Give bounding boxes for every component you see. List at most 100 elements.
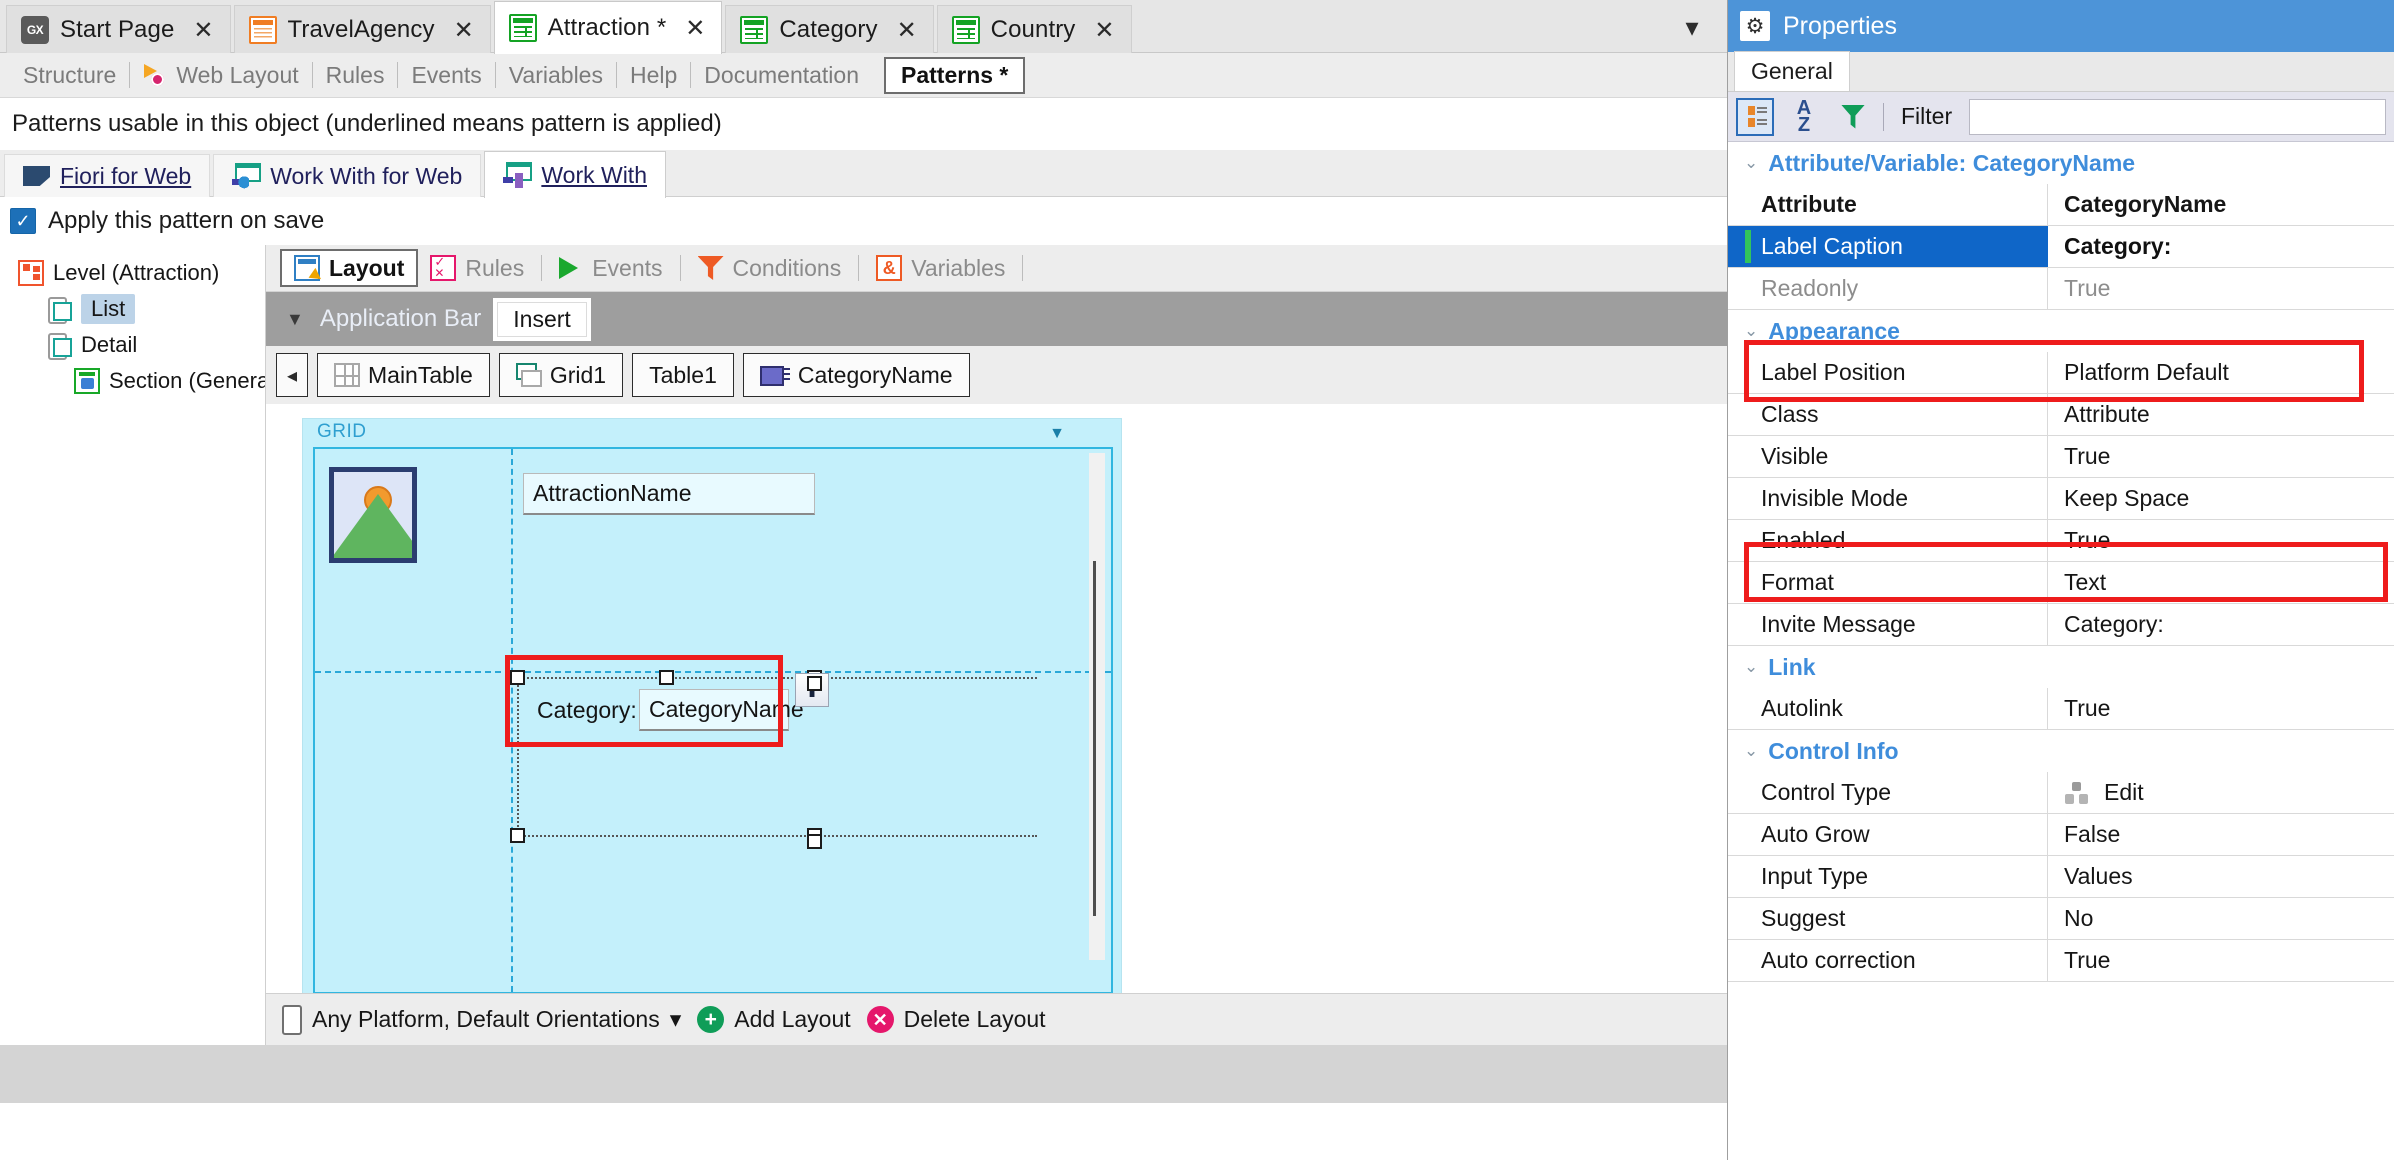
section-structure[interactable]: Structure	[10, 62, 129, 89]
tab-conditions[interactable]: Conditions	[686, 249, 854, 287]
pattern-tab-fiori-for-web[interactable]: Fiori for Web	[4, 154, 211, 197]
property-row-format[interactable]: Format Text	[1728, 562, 2394, 604]
image-placeholder-icon[interactable]	[329, 467, 417, 563]
categorized-list-icon[interactable]	[1736, 97, 1774, 136]
property-value[interactable]: Keep Space	[2048, 478, 2394, 519]
property-value[interactable]: Category:	[2048, 226, 2394, 267]
section-web-layout[interactable]: Web Layout	[130, 62, 311, 89]
document-tab-category[interactable]: Category ✕	[725, 5, 934, 53]
property-value[interactable]: Text	[2048, 562, 2394, 603]
insert-button[interactable]: Insert	[497, 301, 587, 337]
tree-node-list[interactable]: List	[18, 291, 265, 327]
application-bar[interactable]: ▼ Application Bar Insert	[266, 292, 1727, 346]
property-row-label-caption[interactable]: Label Caption Category:	[1728, 226, 2394, 268]
chevron-down-icon[interactable]: ▾	[1671, 12, 1713, 42]
property-row-visible[interactable]: Visible True	[1728, 436, 2394, 478]
property-row-auto-grow[interactable]: Auto Grow False	[1728, 814, 2394, 856]
resize-handle[interactable]	[807, 834, 822, 849]
property-row-label-position[interactable]: Label Position Platform Default	[1728, 352, 2394, 394]
property-group-control-info[interactable]: ⌄ Control Info	[1728, 730, 2394, 772]
property-value[interactable]: True	[2048, 688, 2394, 729]
document-tab-attraction[interactable]: Attraction * ✕	[493, 1, 723, 54]
property-group-appearance[interactable]: ⌄ Appearance	[1728, 310, 2394, 352]
grid-collapse-caret-icon[interactable]: ▼	[1049, 425, 1065, 443]
property-value[interactable]: True	[2048, 520, 2394, 561]
platform-selector[interactable]: Any Platform, Default Orientations ▾	[282, 1004, 682, 1035]
document-tab-start-page[interactable]: GX Start Page ✕	[6, 5, 231, 53]
sort-az-icon[interactable]: AZ	[1785, 98, 1823, 136]
close-icon[interactable]: ✕	[1094, 18, 1114, 42]
funnel-icon[interactable]	[1834, 98, 1872, 136]
tab-events[interactable]: Events	[547, 249, 674, 287]
property-value[interactable]: No	[2048, 898, 2394, 939]
document-tab-travelagency[interactable]: TravelAgency ✕	[233, 5, 491, 53]
tree-node-section-general[interactable]: Section (General)	[18, 363, 281, 399]
property-value[interactable]: Values	[2048, 856, 2394, 897]
property-value[interactable]: Category:	[2048, 604, 2394, 645]
property-row-input-type[interactable]: Input Type Values	[1728, 856, 2394, 898]
scrollbar-thumb[interactable]	[1093, 561, 1096, 916]
property-row-enabled[interactable]: Enabled True	[1728, 520, 2394, 562]
property-row-suggest[interactable]: Suggest No	[1728, 898, 2394, 940]
chevron-down-icon[interactable]: ⌄	[1744, 321, 1758, 341]
breadcrumb-item-maintable[interactable]: MainTable	[317, 353, 490, 397]
chevron-down-icon[interactable]: ▾	[670, 1006, 682, 1033]
design-canvas[interactable]: GRID ▼ AttractionName Category: Category…	[302, 418, 1122, 993]
tree-node-label: List	[81, 294, 136, 324]
section-variables[interactable]: Variables	[496, 62, 616, 89]
property-row-invisible-mode[interactable]: Invisible Mode Keep Space	[1728, 478, 2394, 520]
property-row-readonly[interactable]: Readonly True	[1728, 268, 2394, 310]
property-row-invite-message[interactable]: Invite Message Category:	[1728, 604, 2394, 646]
canvas-vertical-scrollbar[interactable]	[1089, 453, 1105, 960]
close-icon[interactable]: ✕	[897, 18, 917, 42]
chevron-down-icon[interactable]: ⌄	[1744, 657, 1758, 677]
property-value[interactable]: Platform Default	[2048, 352, 2394, 393]
property-value[interactable]: Attribute	[2048, 394, 2394, 435]
close-icon[interactable]: ✕	[685, 16, 705, 40]
section-help[interactable]: Help	[617, 62, 690, 89]
close-icon[interactable]: ✕	[193, 18, 213, 42]
property-row-class[interactable]: Class Attribute	[1728, 394, 2394, 436]
chevron-down-icon[interactable]: ⌄	[1744, 153, 1758, 173]
breadcrumb-item-table1[interactable]: Table1	[632, 353, 734, 397]
pattern-tab-work-with[interactable]: Work With	[484, 151, 666, 198]
property-group-link[interactable]: ⌄ Link	[1728, 646, 2394, 688]
collapse-caret-icon[interactable]: ▼	[286, 309, 304, 330]
breadcrumb-item-categoryname[interactable]: CategoryName	[742, 353, 970, 397]
property-value[interactable]: False	[2048, 814, 2394, 855]
add-layout-button[interactable]: + Add Layout	[697, 1006, 851, 1033]
section-rules[interactable]: Rules	[313, 62, 398, 89]
property-value[interactable]: True	[2048, 268, 2394, 309]
close-icon[interactable]: ✕	[454, 18, 474, 42]
section-documentation[interactable]: Documentation	[691, 62, 872, 89]
resize-handle[interactable]	[510, 828, 525, 843]
breadcrumb-prev-button[interactable]: ◂	[276, 353, 308, 397]
pattern-tab-work-with-for-web[interactable]: Work With for Web	[213, 154, 482, 197]
filter-input[interactable]	[1969, 98, 2386, 135]
property-row-control-type[interactable]: Control Type Edit	[1728, 772, 2394, 814]
document-tab-country[interactable]: Country ✕	[936, 5, 1132, 53]
tree-node-level-attraction[interactable]: Level (Attraction)	[18, 255, 265, 291]
tab-layout[interactable]: Layout	[280, 249, 419, 287]
apply-pattern-checkbox[interactable]: ✓	[10, 208, 36, 234]
property-value[interactable]: CategoryName	[2048, 184, 2394, 225]
property-row-auto-correction[interactable]: Auto correction True	[1728, 940, 2394, 982]
tree-node-detail[interactable]: Detail	[18, 327, 265, 363]
resize-handle[interactable]	[807, 676, 822, 691]
tab-general[interactable]: General	[1734, 51, 1850, 91]
tab-variables[interactable]: & Variables	[864, 249, 1017, 287]
section-events[interactable]: Events	[398, 62, 494, 89]
property-value[interactable]: True	[2048, 436, 2394, 477]
section-patterns[interactable]: Patterns *	[884, 56, 1026, 94]
property-group-attribute-variable[interactable]: ⌄ Attribute/Variable: CategoryName	[1728, 142, 2394, 184]
delete-layout-button[interactable]: ✕ Delete Layout	[866, 1006, 1046, 1033]
tab-rules[interactable]: Rules	[418, 249, 536, 287]
property-row-attribute[interactable]: Attribute CategoryName	[1728, 184, 2394, 226]
apply-pattern-row[interactable]: ✓ Apply this pattern on save	[0, 197, 1727, 245]
property-row-autolink[interactable]: Autolink True	[1728, 688, 2394, 730]
attraction-name-field[interactable]: AttractionName	[523, 473, 815, 515]
breadcrumb-item-grid1[interactable]: Grid1	[498, 353, 624, 397]
divider	[679, 255, 681, 281]
chevron-down-icon[interactable]: ⌄	[1744, 741, 1758, 761]
property-value[interactable]: True	[2048, 940, 2394, 981]
